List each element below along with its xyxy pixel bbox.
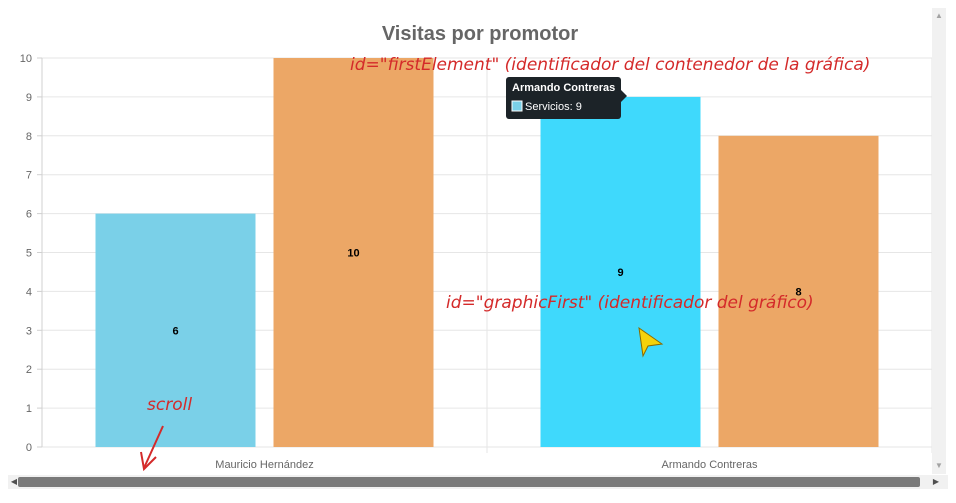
y-tick-label: 8 (26, 131, 32, 143)
y-tick-label: 2 (26, 364, 32, 376)
x-axis-labels: Mauricio Hernández Armando Contreras (215, 459, 758, 471)
chart-title: Visitas por promotor (382, 23, 579, 45)
y-tick-label: 1 (26, 403, 32, 415)
bar-data-label: 6 (172, 325, 178, 337)
y-tick-label: 4 (26, 286, 32, 298)
y-tick-label: 7 (26, 170, 32, 182)
y-tick-label: 6 (26, 209, 32, 221)
annotation-graphic-first: id="graphicFirst" (identificador del grá… (446, 293, 814, 313)
bar-data-label: 10 (347, 248, 359, 260)
y-tick-label: 9 (26, 92, 32, 104)
annotation-first-element: id="firstElement" (identificador del con… (350, 55, 870, 75)
bar-data-label: 9 (617, 267, 623, 279)
scroll-down-arrow-icon[interactable]: ▼ (932, 460, 946, 472)
y-axis-ticks: 0 1 2 3 4 5 6 7 8 9 10 (20, 53, 32, 454)
tooltip-title: Armando Contreras (512, 82, 615, 94)
y-tick-label: 0 (26, 442, 32, 454)
y-tick-label: 10 (20, 53, 32, 65)
horizontal-scrollbar[interactable]: ◀ ▶ (8, 475, 948, 489)
tooltip-body: Servicios: 9 (525, 101, 582, 113)
annotation-scroll: scroll (147, 395, 192, 415)
y-tick-label: 5 (26, 248, 32, 260)
x-category-label: Armando Contreras (662, 459, 758, 471)
tooltip: Armando Contreras Servicios: 9 (506, 77, 627, 119)
scroll-up-arrow-icon[interactable]: ▲ (932, 10, 946, 22)
y-tick-label: 3 (26, 325, 32, 337)
x-category-label: Mauricio Hernández (215, 459, 313, 471)
vertical-scrollbar[interactable]: ▲ ▼ (932, 8, 946, 474)
scroll-right-arrow-icon[interactable]: ▶ (930, 475, 942, 489)
bar-chart: Visitas por promotor 012345678910 61098 … (20, 23, 933, 472)
horizontal-scroll-thumb[interactable] (18, 477, 920, 487)
tooltip-swatch (511, 100, 523, 112)
